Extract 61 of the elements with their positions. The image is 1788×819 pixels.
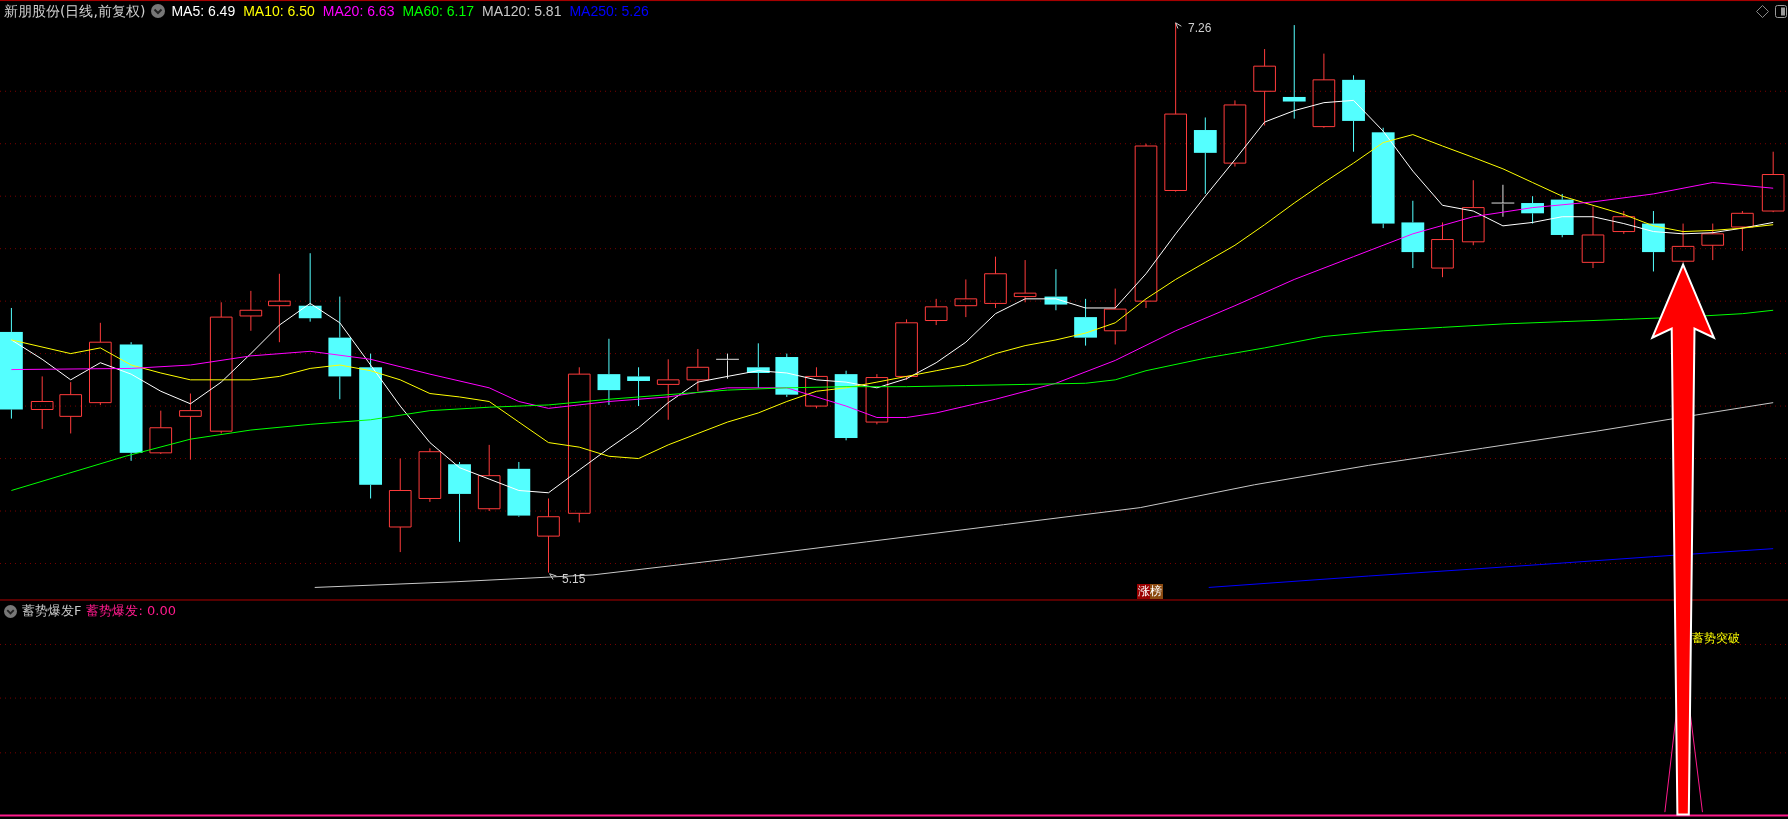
- candlestick: [627, 366, 650, 407]
- chevron-down-icon[interactable]: [151, 4, 166, 18]
- indicator-reading: 蓄势爆发: 0.00: [86, 602, 176, 620]
- candlestick: [1491, 184, 1515, 218]
- pointer-arrow-icon: [1175, 22, 1182, 29]
- candlestick: [268, 273, 291, 343]
- candlestick: [1401, 200, 1425, 269]
- candlestick: [1612, 210, 1636, 235]
- pointer-arrow-icon: [549, 573, 557, 580]
- candlestick: [1223, 99, 1247, 168]
- indicator-title: 蓄势爆发F: [22, 602, 82, 620]
- candlestick: [1431, 221, 1454, 278]
- stock-title: 新朋股份(日线,前复权): [4, 2, 146, 20]
- candlestick: [30, 375, 54, 430]
- candlestick: [1550, 193, 1574, 238]
- candlestick: [1581, 205, 1605, 269]
- moving-average-reading: MA120: 5.81: [482, 2, 562, 20]
- candlestick: [805, 366, 828, 409]
- candlestick: [1671, 223, 1695, 263]
- high-price-label: 7.26: [1188, 20, 1212, 37]
- moving-average-reading: MA10: 6.50: [243, 2, 315, 20]
- signal-label: 蓄势突破: [1692, 630, 1740, 647]
- event-badge: 涨榜: [1137, 584, 1163, 599]
- candlestick: [865, 373, 889, 425]
- diamond-icon[interactable]: [1756, 5, 1769, 18]
- low-price-label: 5.15: [562, 571, 586, 588]
- candlestick: [924, 298, 948, 326]
- candlestick: [1521, 195, 1544, 225]
- moving-average-reading: MA5: 6.49: [171, 2, 236, 20]
- candlestick: [149, 410, 173, 455]
- moving-average-reading: MA60: 6.17: [402, 2, 475, 20]
- panel-toggle-icon[interactable]: [1775, 5, 1787, 18]
- candlestick: [1074, 298, 1097, 347]
- moving-average-reading: MA20: 6.63: [322, 2, 395, 20]
- candlestick: [239, 290, 263, 332]
- candlestick: [984, 256, 1007, 309]
- moving-average-reading: MA250: 5.26: [569, 2, 649, 20]
- candlestick: [418, 447, 442, 503]
- candlestick: [298, 252, 322, 323]
- candlestick: [59, 381, 83, 434]
- candlestick: [507, 461, 531, 518]
- candlestick: [179, 393, 202, 461]
- candlestick: [686, 348, 710, 392]
- candlestick: [656, 358, 680, 421]
- candlestick: [1103, 288, 1127, 345]
- candlestick: [477, 444, 501, 512]
- candlestick: [1461, 179, 1485, 246]
- candlestick: [746, 342, 770, 389]
- candlestick: [775, 353, 799, 398]
- candlestick: [1044, 268, 1068, 311]
- candlestick: [1761, 151, 1785, 213]
- candlestick: [597, 338, 621, 406]
- candlestick: [954, 278, 978, 318]
- candlestick: [834, 370, 858, 441]
- candlestick: [1731, 210, 1754, 252]
- candlestick: [715, 353, 740, 380]
- candlestick: [895, 318, 918, 381]
- candlestick: [1642, 210, 1665, 272]
- chevron-down-icon[interactable]: [4, 604, 17, 618]
- candlestick: [1013, 259, 1037, 303]
- candlestick: [1701, 223, 1725, 261]
